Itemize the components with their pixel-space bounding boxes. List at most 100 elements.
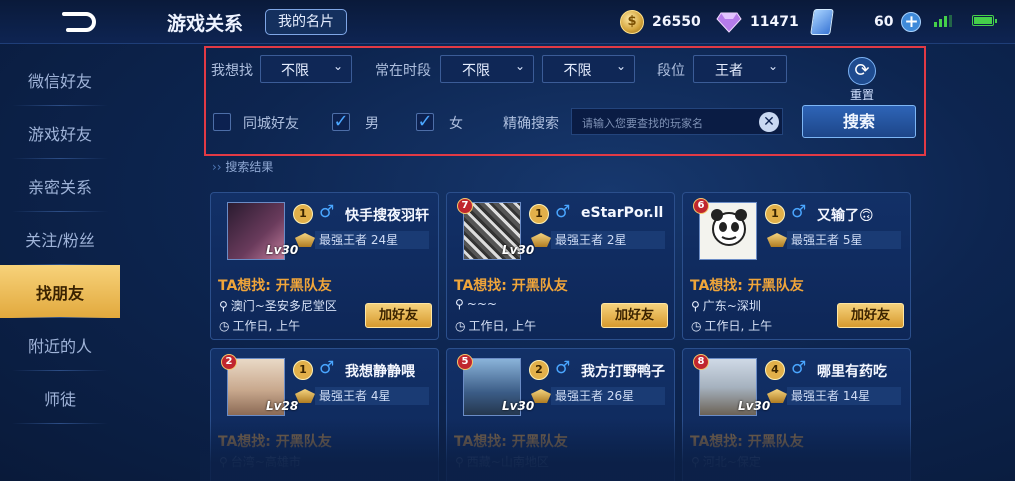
rank-number-badge: 7: [457, 198, 473, 214]
location-pin-icon: ⚲: [219, 455, 228, 469]
rank-label: 段位: [657, 63, 685, 79]
clock-icon: ◷: [691, 319, 702, 333]
player-name: 哪里有药吃: [817, 364, 887, 380]
time-dropdown-1[interactable]: 不限 ⌄: [440, 55, 534, 83]
wants-text: TA想找: 开黑队友: [218, 434, 332, 450]
vip-badge-icon: 4: [765, 360, 785, 380]
time-text: ◷ 工作日, 上午: [455, 319, 537, 333]
player-name: 快手搜夜羽轩: [345, 208, 429, 224]
page-title: 游戏关系: [167, 13, 244, 35]
rank-text: 最强王者 4星: [315, 387, 429, 405]
gold-coin-icon: $: [620, 10, 644, 34]
my-card-button[interactable]: 我的名片: [265, 9, 347, 35]
avatar[interactable]: Lv30: [463, 202, 534, 260]
chevron-down-icon: ⌄: [514, 59, 525, 73]
wants-text: TA想找: 开黑队友: [218, 278, 332, 294]
wants-text: TA想找: 开黑队友: [690, 434, 804, 450]
sidebar-item-nearby[interactable]: 附近的人: [0, 318, 120, 371]
rank-text: 最强王者 24星: [315, 231, 429, 249]
time-text: ◷ 工作日, 上午: [691, 319, 773, 333]
back-arrow-icon: [62, 12, 96, 32]
location-text: ⚲ 河北~保定: [691, 455, 761, 469]
location-text: ⚲ 台湾~高雄市: [219, 455, 301, 469]
vip-badge-icon: 2: [529, 360, 549, 380]
male-icon: ♂: [319, 358, 335, 378]
clock-icon: ◷: [455, 319, 466, 333]
add-friend-button[interactable]: 加好友: [837, 303, 904, 328]
same-city-checkbox[interactable]: [213, 113, 231, 131]
wants-text: TA想找: 开黑队友: [454, 278, 568, 294]
diamond-counter: 11471: [716, 9, 799, 35]
time-text: ◷ 工作日, 上午: [219, 319, 301, 333]
sidebar-item-find-friends[interactable]: 找朋友: [0, 265, 120, 318]
avatar[interactable]: Lv30: [463, 358, 534, 416]
sidebar-item-mentorship[interactable]: 师徒: [0, 371, 120, 424]
diamond-icon: [716, 12, 742, 33]
looking-for-dropdown[interactable]: 不限 ⌄: [260, 55, 352, 83]
rank-dropdown[interactable]: 王者 ⌄: [693, 55, 787, 83]
same-city-label: 同城好友: [243, 116, 299, 132]
avatar[interactable]: Lv30: [699, 358, 770, 416]
player-search-input[interactable]: 请输入您要查找的玩家名 ✕: [571, 108, 783, 135]
vip-badge-icon: 1: [765, 204, 785, 224]
female-label: 女: [449, 116, 463, 132]
rank-number-badge: 2: [221, 354, 237, 370]
add-friend-button[interactable]: 加好友: [365, 303, 432, 328]
sidebar-item-wechat-friends[interactable]: 微信好友: [0, 53, 120, 106]
chevron-down-icon: ⌄: [767, 59, 778, 73]
search-button[interactable]: 搜索: [802, 105, 916, 138]
player-card[interactable]: 6 1 ♂ 又输了🙃 最强王者 5星 TA想找: 开黑队友 ⚲ 广东~深圳 ◷ 工作…: [682, 192, 911, 340]
recharge-plus-icon[interactable]: +: [901, 12, 922, 32]
rank-crown-icon: [767, 233, 787, 247]
chevron-down-icon: ⌄: [615, 59, 626, 73]
sidebar-item-follow-fans[interactable]: 关注/粉丝: [0, 212, 120, 265]
time-dropdown-2[interactable]: 不限 ⌄: [542, 55, 635, 83]
vip-badge-icon: 1: [529, 204, 549, 224]
male-label: 男: [365, 116, 379, 132]
male-icon: ♂: [791, 358, 807, 378]
wants-text: TA想找: 开黑队友: [454, 434, 568, 450]
clock-icon: ◷: [219, 319, 230, 333]
refresh-icon: ⟳: [848, 57, 876, 85]
avatar[interactable]: Lv28: [227, 358, 298, 416]
player-card[interactable]: Lv30 8 4 ♂ 哪里有药吃 最强王者 14星 TA想找: 开黑队友 ⚲ 河北…: [682, 348, 911, 481]
reset-button[interactable]: ⟳ 重置: [843, 57, 881, 103]
clear-icon[interactable]: ✕: [759, 112, 779, 132]
player-card[interactable]: Lv30 1 ♂ 快手搜夜羽轩 最强王者 24星 TA想找: 开黑队友 ⚲ 澳门~…: [210, 192, 439, 340]
player-card[interactable]: Lv30 5 2 ♂ 我方打野鸭子 最强王者 26星 TA想找: 开黑队友 ⚲ 西…: [446, 348, 675, 481]
location-text: ⚲ 西藏~山南地区: [455, 455, 549, 469]
female-checkbox[interactable]: ✓: [416, 113, 434, 131]
location-pin-icon: ⚲: [691, 455, 700, 469]
looking-for-label: 我想找: [211, 63, 253, 79]
avatar[interactable]: Lv30: [227, 202, 298, 260]
vip-badge-icon: 1: [293, 204, 313, 224]
player-name: eStarPor.ll: [581, 205, 664, 221]
male-icon: ♂: [555, 202, 571, 222]
male-icon: ♂: [319, 202, 335, 222]
add-friend-button[interactable]: 加好友: [601, 303, 668, 328]
location-text: ⚲ 广东~深圳: [691, 299, 761, 313]
male-icon: ♂: [555, 358, 571, 378]
exact-search-label: 精确搜索: [503, 116, 559, 132]
wants-text: TA想找: 开黑队友: [690, 278, 804, 294]
signal-icon: [934, 15, 952, 27]
rank-number-badge: 8: [693, 354, 709, 370]
location-pin-icon: ⚲: [455, 297, 464, 311]
player-name: 又输了🙃: [817, 208, 874, 224]
rank-number-badge: 6: [693, 198, 709, 214]
coupon-icon: [810, 9, 834, 35]
player-card[interactable]: Lv30 7 1 ♂ eStarPor.ll 最强王者 2星 TA想找: 开黑队…: [446, 192, 675, 340]
male-checkbox[interactable]: ✓: [332, 113, 350, 131]
rank-text: 最强王者 5星: [787, 231, 901, 249]
rank-number-badge: 5: [457, 354, 473, 370]
location-text: ⚲ 澳门~圣安多尼堂区: [219, 299, 337, 313]
panda-meme-icon: [711, 209, 747, 246]
player-card[interactable]: Lv28 2 1 ♂ 我想静静喂 最强王者 4星 TA想找: 开黑队友 ⚲ 台湾~…: [210, 348, 439, 481]
avatar[interactable]: [699, 202, 757, 260]
sidebar-item-intimate[interactable]: 亲密关系: [0, 159, 120, 212]
back-button[interactable]: [18, 5, 136, 39]
rank-text: 最强王者 26星: [551, 387, 665, 405]
location-pin-icon: ⚲: [691, 299, 700, 313]
sidebar-item-game-friends[interactable]: 游戏好友: [0, 106, 120, 159]
results-title: 搜索结果: [212, 158, 273, 175]
